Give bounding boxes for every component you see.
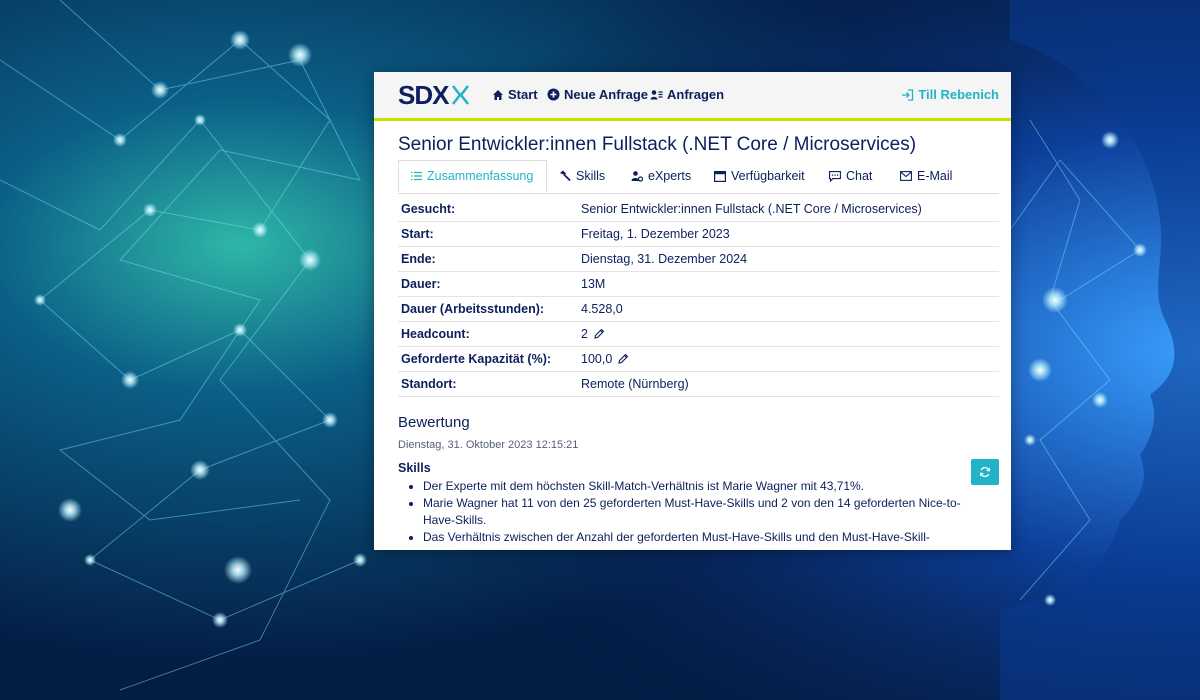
home-icon [493,89,503,100]
skills-subheading: Skills [398,461,431,475]
detail-value: Freitag, 1. Dezember 2023 [581,227,730,241]
detail-row-gesucht: Gesucht: Senior Entwickler:innen Fullsta… [398,197,999,222]
bewertung-heading: Bewertung [398,414,470,431]
chat-icon [829,170,841,182]
detail-value: Senior Entwickler:innen Fullstack (.NET … [581,202,922,216]
page-title: Senior Entwickler:innen Fullstack (.NET … [398,134,917,155]
envelope-icon [900,171,912,181]
list-item: Der Experte mit dem höchsten Skill-Match… [423,478,983,495]
detail-value: 100,0 [581,352,629,366]
nav-anfragen-label: Anfragen [667,87,725,102]
detail-row-kapazitaet: Geforderte Kapazität (%): 100,0 [398,347,999,372]
top-navbar: SDX Start Neue Anfrage Anfragen Till Reb… [374,72,1011,121]
user-name: Till Rebenich [918,87,999,102]
tab-email-label: E-Mail [917,169,953,183]
edit-pencil-icon[interactable] [617,353,629,365]
detail-value-text: Dienstag, 31. Dezember 2024 [581,252,748,266]
list-icon [411,171,422,181]
detail-label: Dauer: [401,277,441,291]
tab-email[interactable]: E-Mail [900,160,952,192]
detail-value: 13M [581,277,605,291]
detail-row-dauer: Dauer: 13M [398,272,999,297]
nav-neue-anfrage-label: Neue Anfrage [564,87,649,102]
detail-label: Headcount: [401,327,470,341]
plus-circle-icon [547,88,560,101]
user-menu[interactable]: Till Rebenich [901,87,999,102]
detail-value-text: Senior Entwickler:innen Fullstack (.NET … [581,202,922,216]
detail-row-start: Start: Freitag, 1. Dezember 2023 [398,222,999,247]
bewertung-timestamp: Dienstag, 31. Oktober 2023 12:15:21 [398,439,579,451]
detail-label: Dauer (Arbeitsstunden): [401,302,545,316]
app-window: SDX Start Neue Anfrage Anfragen Till Reb… [374,72,1011,550]
detail-value-text: Freitag, 1. Dezember 2023 [581,227,730,241]
sdx-logo[interactable]: SDX [398,83,476,107]
detail-row-ende: Ende: Dienstag, 31. Dezember 2024 [398,247,999,272]
tab-verfuegbarkeit-label: Verfügbarkeit [731,169,805,183]
detail-row-headcount: Headcount: 2 [398,322,999,347]
nav-start-label: Start [508,87,538,102]
user-gear-icon [631,171,643,182]
tab-skills[interactable]: Skills [559,160,605,192]
detail-value: Dienstag, 31. Dezember 2024 [581,252,747,266]
tab-chat-label: Chat [846,169,873,183]
tab-chat[interactable]: Chat [829,160,872,192]
detail-label: Ende: [401,252,436,266]
tab-experts-label: eXperts [648,169,692,183]
users-list-icon [650,89,663,99]
detail-value-text: 100,0 [581,352,613,366]
detail-value-text: Remote (Nürnberg) [581,377,689,391]
tab-zusammenfassung-label: Zusammenfassung [427,169,534,183]
nav-start[interactable]: Start [492,87,538,102]
detail-value: 4.528,0 [581,302,623,316]
skills-bullet-list: Der Experte mit dem höchsten Skill-Match… [409,478,983,546]
tab-verfuegbarkeit[interactable]: Verfügbarkeit [714,160,805,192]
detail-value-text: 2 [581,327,588,341]
detail-value-text: 13M [581,277,606,291]
detail-label: Geforderte Kapazität (%): [401,352,552,366]
calendar-window-icon [714,170,726,182]
tab-experts[interactable]: eXperts [631,160,691,192]
detail-value: 2 [581,327,605,341]
edit-pencil-icon[interactable] [593,328,605,340]
sign-in-icon [902,88,914,101]
list-item: Marie Wagner hat 11 von den 25 gefordert… [423,495,983,529]
svg-text:SDX: SDX [398,83,450,107]
tab-zusammenfassung[interactable]: Zusammenfassung [398,160,548,192]
refresh-icon [979,466,991,478]
detail-label: Gesucht: [401,202,456,216]
list-item: Das Verhältnis zwischen der Anzahl der g… [423,529,983,546]
tab-skills-label: Skills [576,169,606,183]
detail-row-standort: Standort: Remote (Nürnberg) [398,372,999,397]
detail-label: Standort: [401,377,457,391]
detail-value: Remote (Nürnberg) [581,377,689,391]
nav-anfragen[interactable]: Anfragen [650,87,724,102]
hammer-icon [560,170,571,182]
summary-details-table: Gesucht: Senior Entwickler:innen Fullsta… [398,197,999,397]
detail-label: Start: [401,227,434,241]
detail-value-text: 4.528,0 [581,302,623,316]
nav-neue-anfrage[interactable]: Neue Anfrage [547,87,648,102]
tab-bar: Zusammenfassung Skills eXperts Verfügbar… [398,160,999,194]
detail-row-arbeitsstunden: Dauer (Arbeitsstunden): 4.528,0 [398,297,999,322]
